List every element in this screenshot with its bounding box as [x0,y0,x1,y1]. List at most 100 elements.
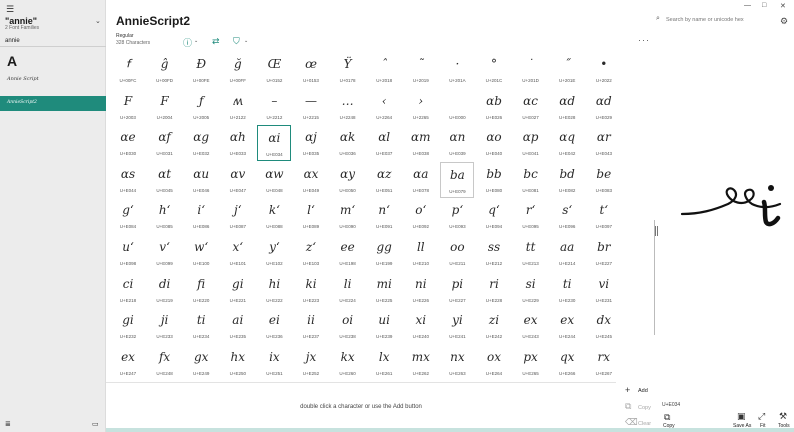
character-cell[interactable]: ˝ U+201E [550,52,584,88]
character-cell[interactable]: pʻ U+E093 [440,198,474,234]
character-cell[interactable]: ll U+E210 [404,235,438,271]
character-cell[interactable]: mi U+E225 [367,272,401,308]
collapse-panel-icon[interactable]: ▭ [92,420,99,428]
character-cell[interactable]: mʻ U+E090 [331,198,365,234]
character-cell[interactable]: · U+201A [440,52,474,88]
character-cell[interactable]: ɑx U+E049 [294,162,328,198]
character-cell[interactable]: gʻ U+E084 [111,198,145,234]
character-cell[interactable]: ri U+E228 [477,272,511,308]
list-view-icon[interactable]: ≣ [5,420,11,428]
character-cell[interactable]: ix U+E251 [257,345,291,381]
character-cell[interactable]: ɑr U+E043 [587,125,621,161]
character-cell[interactable]: zi U+E242 [477,308,511,344]
character-cell[interactable]: ɑc U+E027 [514,89,548,125]
character-cell[interactable]: ˜ U+2019 [404,52,438,88]
character-cell[interactable]: iʻ U+E086 [184,198,218,234]
tools-icon[interactable]: ⚒ [779,411,787,422]
character-cell[interactable]: fx U+E248 [148,345,182,381]
character-cell[interactable]: ex U+E244 [550,308,584,344]
character-cell[interactable]: gi U+E232 [111,308,145,344]
character-cell[interactable]: ɑe U+E030 [111,125,145,161]
character-cell[interactable]: kʻ U+E088 [257,198,291,234]
character-cell[interactable]: bb U+E080 [477,162,511,198]
character-cell[interactable]: ti U+E230 [550,272,584,308]
character-cell[interactable]: jx U+E252 [294,345,328,381]
character-cell[interactable]: … U+2248 [331,89,365,125]
character-cell[interactable]: ex U+E243 [514,308,548,344]
character-cell[interactable]: xʻ U+E101 [221,235,255,271]
character-cell[interactable]: dx U+E245 [587,308,621,344]
character-cell[interactable]: Ð U+00FE [184,52,218,88]
gear-icon[interactable]: ⚙ [780,16,788,27]
character-cell[interactable]: qʻ U+E094 [477,198,511,234]
scrollbar-track[interactable] [654,220,655,335]
character-cell[interactable]: ni U+E226 [404,272,438,308]
character-cell[interactable]: ui U+E239 [367,308,401,344]
fit-icon[interactable]: ⤢ [758,411,765,422]
character-cell[interactable]: ɑt U+E045 [148,162,182,198]
character-cell[interactable]: di U+E219 [148,272,182,308]
add-button[interactable]: Add [638,388,648,394]
character-cell[interactable]: ss U+E212 [477,235,511,271]
chevron-down-icon[interactable]: ⌄ [194,38,198,44]
character-cell[interactable]: lʻ U+E089 [294,198,328,234]
character-cell[interactable]: ʍ U+2122 [221,89,255,125]
clear-icon[interactable]: ⌫ [625,417,638,428]
character-cell[interactable]: Œ U+0152 [257,52,291,88]
character-cell[interactable]: nʻ U+E091 [367,198,401,234]
character-cell[interactable]: hi U+E222 [257,272,291,308]
character-cell[interactable]: Ÿ U+0178 [331,52,365,88]
character-cell[interactable]: ĝ U+00FD [148,52,182,88]
maximize-button[interactable]: □ [762,2,766,9]
character-cell[interactable]: tt U+E213 [514,235,548,271]
character-cell[interactable]: ii U+E237 [294,308,328,344]
character-cell[interactable]: ğ U+00FF [221,52,255,88]
character-cell[interactable]: ˆ U+2018 [367,52,401,88]
character-cell[interactable]: yʻ U+E102 [257,235,291,271]
character-cell[interactable]: rʻ U+E095 [514,198,548,234]
clear-button[interactable]: Clear [638,421,651,427]
character-cell[interactable]: ɑv U+E047 [221,162,255,198]
character-cell[interactable]: bc U+E081 [514,162,548,198]
character-cell[interactable]: ɑn U+E039 [440,125,474,161]
character-cell[interactable]: aa U+E214 [550,235,584,271]
character-cell[interactable]: ɑg U+E032 [184,125,218,161]
character-cell[interactable]: bd U+E082 [550,162,584,198]
character-cell[interactable]: ɑf U+E031 [148,125,182,161]
character-cell[interactable]: ci U+E218 [111,272,145,308]
character-cell[interactable]: li U+E224 [331,272,365,308]
character-cell[interactable]: sʻ U+E096 [550,198,584,234]
filter-icon[interactable]: ⛉ [233,36,240,47]
character-cell[interactable]: mx U+E262 [404,345,438,381]
character-cell[interactable]: ɑm U+E038 [404,125,438,161]
character-cell[interactable]: F U+2003 [111,89,145,125]
character-cell[interactable]: ɑj U+E035 [294,125,328,161]
character-cell[interactable]: ki U+E223 [294,272,328,308]
copy-button[interactable]: Copy [638,405,651,411]
copy-icon[interactable]: ⧉ [664,412,670,423]
character-cell[interactable]: ƒ U+2005 [184,89,218,125]
menu-icon[interactable]: ☰ [6,4,14,15]
copy-icon[interactable]: ⧉ [625,401,631,412]
character-cell[interactable]: ɑk U+E036 [331,125,365,161]
character-cell[interactable]: ɑw U+E048 [257,162,291,198]
chevron-down-icon[interactable]: ⌄ [244,38,248,44]
character-cell[interactable]: kx U+E260 [331,345,365,381]
character-cell[interactable]: ji U+E233 [148,308,182,344]
character-cell[interactable]: ˙ U+201D [514,52,548,88]
sidebar-item-anniescript2[interactable]: AnnieScript2 [0,96,106,111]
search-input[interactable] [666,15,774,25]
character-cell[interactable]: rx U+E267 [587,345,621,381]
character-cell[interactable]: oo U+E211 [440,235,474,271]
character-cell[interactable]: — U+2215 [294,89,328,125]
add-icon[interactable]: + [625,385,630,395]
character-cell[interactable]: qx U+E266 [550,345,584,381]
sidebar-filter-text[interactable]: annie [5,38,20,44]
character-cell[interactable]: px U+E265 [514,345,548,381]
scrollbar-thumb[interactable] [655,226,658,236]
character-cell[interactable]: wʻ U+E100 [184,235,218,271]
character-cell[interactable]: vʻ U+E099 [148,235,182,271]
character-cell[interactable]: ° U+201C [477,52,511,88]
character-cell[interactable]: si U+E229 [514,272,548,308]
character-cell[interactable]: ɑp U+E041 [514,125,548,161]
